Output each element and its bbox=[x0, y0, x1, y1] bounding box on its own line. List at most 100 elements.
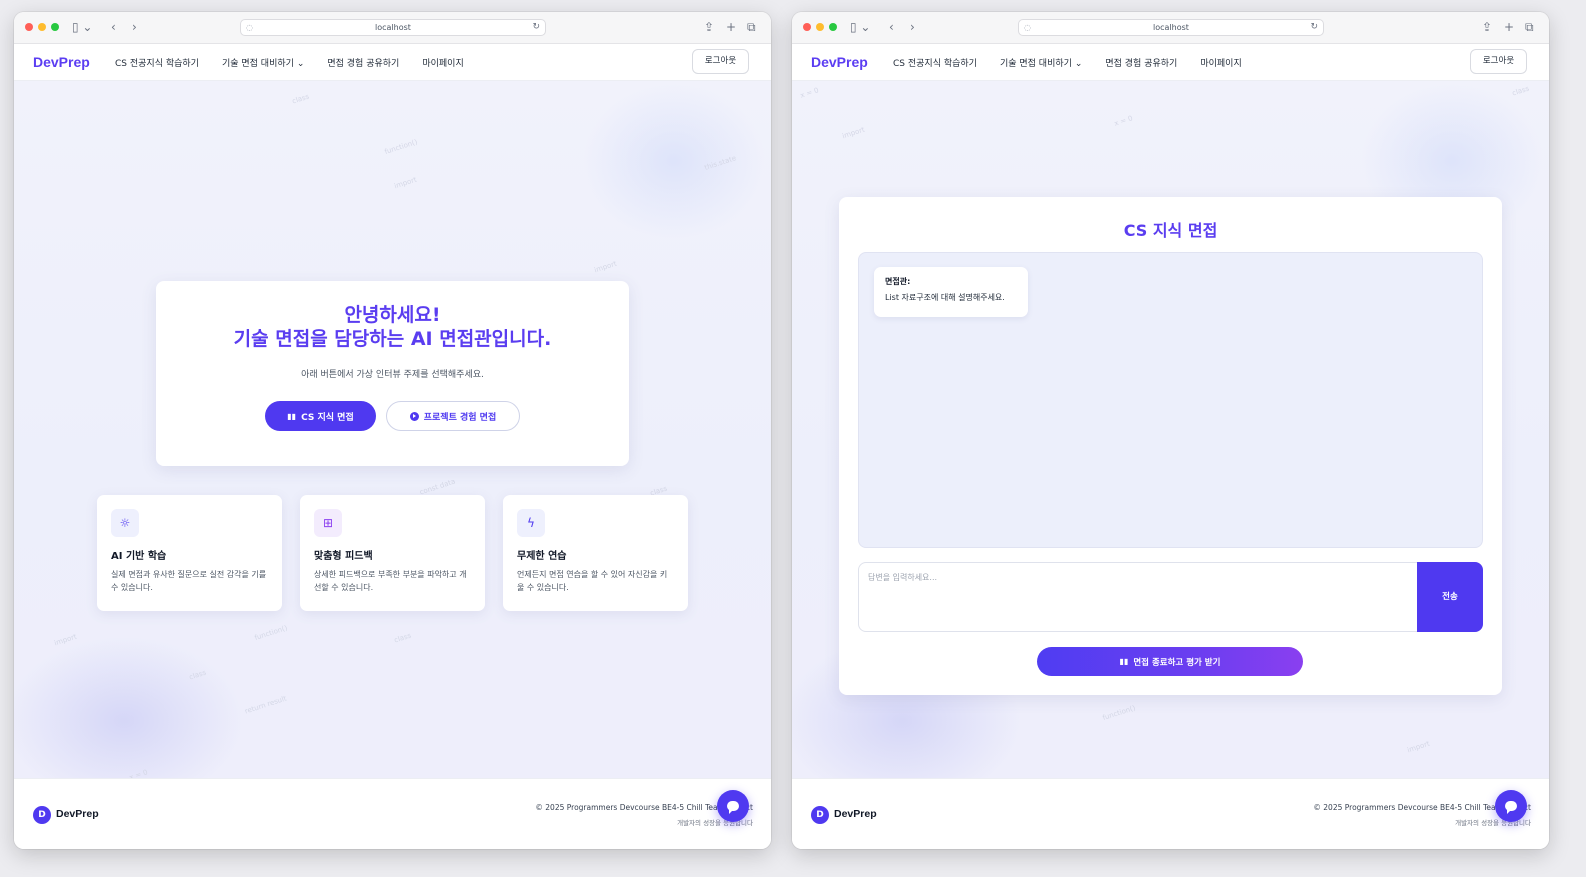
nav-item-share-experience[interactable]: 면접 경험 공유하기 bbox=[1105, 56, 1177, 69]
logout-button[interactable]: 로그아웃 bbox=[692, 49, 749, 74]
tabs-icon[interactable]: ⧉ bbox=[1525, 19, 1534, 35]
background-decoration: class bbox=[188, 668, 208, 682]
reload-icon[interactable]: ↻ bbox=[532, 20, 540, 35]
minimize-window-icon[interactable] bbox=[816, 23, 824, 31]
background-decoration: this.state bbox=[703, 154, 738, 172]
nav-item-mypage[interactable]: 마이페이지 bbox=[1200, 56, 1241, 69]
back-icon[interactable]: ‹ bbox=[111, 19, 116, 35]
end-interview-label: 면접 종료하고 평가 받기 bbox=[1133, 657, 1221, 668]
background-decoration: import bbox=[1406, 739, 1431, 755]
address-text: localhost bbox=[375, 23, 411, 32]
cs-interview-label: CS 지식 면접 bbox=[301, 412, 354, 423]
feature-card-ai: ☼ AI 기반 학습 실제 면접과 유사한 질문으로 실전 감각을 기를 수 있… bbox=[97, 495, 282, 611]
close-window-icon[interactable] bbox=[25, 23, 33, 31]
background-decoration: import bbox=[53, 632, 78, 648]
nav-item-mypage[interactable]: 마이페이지 bbox=[422, 56, 463, 69]
sidebar-icon[interactable]: ▯ ⌄ bbox=[72, 19, 92, 35]
logo[interactable]: DevPrep bbox=[811, 54, 868, 70]
logo[interactable]: DevPrep bbox=[33, 54, 90, 70]
feature-desc: 상세한 피드백으로 부족한 부분을 파악하고 개선할 수 있습니다. bbox=[314, 570, 467, 592]
logout-button[interactable]: 로그아웃 bbox=[1470, 49, 1527, 74]
chat-history[interactable]: 면접관: List 자료구조에 대해 설명해주세요. bbox=[858, 252, 1483, 548]
lightning-icon: ϟ bbox=[517, 509, 545, 537]
footer: D DevPrep © 2025 Programmers Devcourse B… bbox=[14, 778, 771, 849]
chat-icon bbox=[727, 801, 739, 814]
address-bar[interactable]: ◌ localhost ↻ bbox=[1018, 19, 1324, 36]
chevron-down-icon: ⌄ bbox=[296, 59, 305, 69]
background-decoration: x = 0 bbox=[128, 768, 149, 778]
close-window-icon[interactable] bbox=[803, 23, 811, 31]
footer-logo: DevPrep bbox=[834, 808, 877, 820]
book-icon: ⊞ bbox=[314, 509, 342, 537]
background-decoration: import bbox=[841, 125, 866, 141]
privacy-shield-icon: ◌ bbox=[1024, 23, 1031, 32]
feature-desc: 언제든지 면접 연습을 할 수 있어 자신감을 키울 수 있습니다. bbox=[517, 570, 668, 592]
forward-icon[interactable]: › bbox=[910, 19, 915, 35]
tabs-icon[interactable]: ⧉ bbox=[747, 19, 756, 35]
feature-desc: 실제 면접과 유사한 질문으로 실전 감각을 기를 수 있습니다. bbox=[111, 570, 267, 592]
share-icon[interactable]: ⇪ bbox=[704, 19, 714, 35]
answer-input[interactable] bbox=[858, 562, 1418, 632]
cs-interview-button[interactable]: ▮▮ CS 지식 면접 bbox=[265, 401, 376, 431]
footer: D DevPrep © 2025 Programmers Devcourse B… bbox=[792, 778, 1549, 849]
send-button[interactable]: 전송 bbox=[1417, 562, 1483, 632]
main-content: x = 0 import x = 0 class function() impo… bbox=[792, 81, 1549, 778]
nav-item-share-experience[interactable]: 면접 경험 공유하기 bbox=[327, 56, 399, 69]
background-decoration: import bbox=[393, 175, 418, 191]
reload-icon[interactable]: ↻ bbox=[1310, 20, 1318, 35]
chat-button[interactable] bbox=[1495, 790, 1527, 822]
message-sender: 면접관: bbox=[885, 277, 911, 286]
address-bar[interactable]: ◌ localhost ↻ bbox=[240, 19, 546, 36]
traffic-lights bbox=[25, 23, 59, 31]
book-icon: ▮▮ bbox=[287, 411, 297, 421]
end-interview-button[interactable]: ▮▮ 면접 종료하고 평가 받기 bbox=[1037, 647, 1303, 676]
interview-title: CS 지식 면접 bbox=[1123, 221, 1218, 240]
browser-window-interview: ▯ ⌄ ‹ › ◌ localhost ↻ ⇪ + ⧉ DevPrep CS 전… bbox=[792, 12, 1549, 849]
project-interview-button[interactable]: 프로젝트 경험 면접 bbox=[386, 401, 520, 431]
browser-window-home: ▯ ⌄ ‹ › ◌ localhost ↻ ⇪ + ⧉ DevPrep CS 전… bbox=[14, 12, 771, 849]
back-icon[interactable]: ‹ bbox=[889, 19, 894, 35]
feature-title: 무제한 연습 bbox=[517, 551, 567, 562]
zoom-window-icon[interactable] bbox=[51, 23, 59, 31]
hero-title-line2: 기술 면접을 담당하는 AI 면접관입니다. bbox=[233, 328, 552, 350]
background-decoration: function() bbox=[1101, 703, 1137, 723]
share-icon[interactable]: ⇪ bbox=[1482, 19, 1492, 35]
footer-logo-icon: D bbox=[811, 806, 829, 824]
message-text: List 자료구조에 대해 설명해주세요. bbox=[885, 293, 1005, 302]
nav-item-interview-prep[interactable]: 기술 면접 대비하기 ⌄ bbox=[1000, 56, 1082, 69]
chat-button[interactable] bbox=[717, 790, 749, 822]
sidebar-icon[interactable]: ▯ ⌄ bbox=[850, 19, 870, 35]
hero-buttons: ▮▮ CS 지식 면접 프로젝트 경험 면접 bbox=[156, 401, 629, 431]
background-decoration: x = 0 bbox=[1113, 114, 1134, 128]
hero-title-line1: 안녕하세요! bbox=[344, 304, 441, 326]
feature-title: 맞춤형 피드백 bbox=[314, 551, 373, 562]
feature-title: AI 기반 학습 bbox=[111, 551, 167, 562]
app-navbar: DevPrep CS 전공지식 학습하기 기술 면접 대비하기 ⌄ 면접 경험 … bbox=[14, 44, 771, 81]
plus-icon[interactable]: + bbox=[726, 19, 736, 35]
background-decoration: import bbox=[593, 259, 618, 275]
background-decoration: const data bbox=[418, 477, 457, 497]
forward-icon[interactable]: › bbox=[132, 19, 137, 35]
main-content: class function() import this.state impor… bbox=[14, 81, 771, 778]
zoom-window-icon[interactable] bbox=[829, 23, 837, 31]
hero-title: 안녕하세요! 기술 면접을 담당하는 AI 면접관입니다. bbox=[156, 303, 629, 351]
plus-icon[interactable]: + bbox=[1504, 19, 1514, 35]
project-interview-label: 프로젝트 경험 면접 bbox=[423, 412, 497, 423]
nav-item-cs-study[interactable]: CS 전공지식 학습하기 bbox=[893, 56, 977, 69]
chat-icon bbox=[1505, 801, 1517, 814]
traffic-lights bbox=[803, 23, 837, 31]
feature-card-practice: ϟ 무제한 연습 언제든지 면접 연습을 할 수 있어 자신감을 키울 수 있습… bbox=[503, 495, 688, 611]
browser-toolbar: ▯ ⌄ ‹ › ◌ localhost ↻ ⇪ + ⧉ bbox=[792, 12, 1549, 44]
nav-item-label: 기술 면접 대비하기 bbox=[999, 59, 1072, 69]
background-decoration: class bbox=[1511, 84, 1531, 98]
background-decoration: x = 0 bbox=[799, 86, 820, 100]
hero-card: 안녕하세요! 기술 면접을 담당하는 AI 면접관입니다. 아래 버튼에서 가상… bbox=[156, 281, 629, 466]
nav-item-label: 기술 면접 대비하기 bbox=[221, 59, 294, 69]
nav-item-interview-prep[interactable]: 기술 면접 대비하기 ⌄ bbox=[222, 56, 304, 69]
minimize-window-icon[interactable] bbox=[38, 23, 46, 31]
privacy-shield-icon: ◌ bbox=[246, 23, 253, 32]
feature-card-feedback: ⊞ 맞춤형 피드백 상세한 피드백으로 부족한 부분을 파악하고 개선할 수 있… bbox=[300, 495, 485, 611]
background-decoration: class bbox=[393, 631, 413, 645]
nav-item-cs-study[interactable]: CS 전공지식 학습하기 bbox=[115, 56, 199, 69]
browser-toolbar: ▯ ⌄ ‹ › ◌ localhost ↻ ⇪ + ⧉ bbox=[14, 12, 771, 44]
